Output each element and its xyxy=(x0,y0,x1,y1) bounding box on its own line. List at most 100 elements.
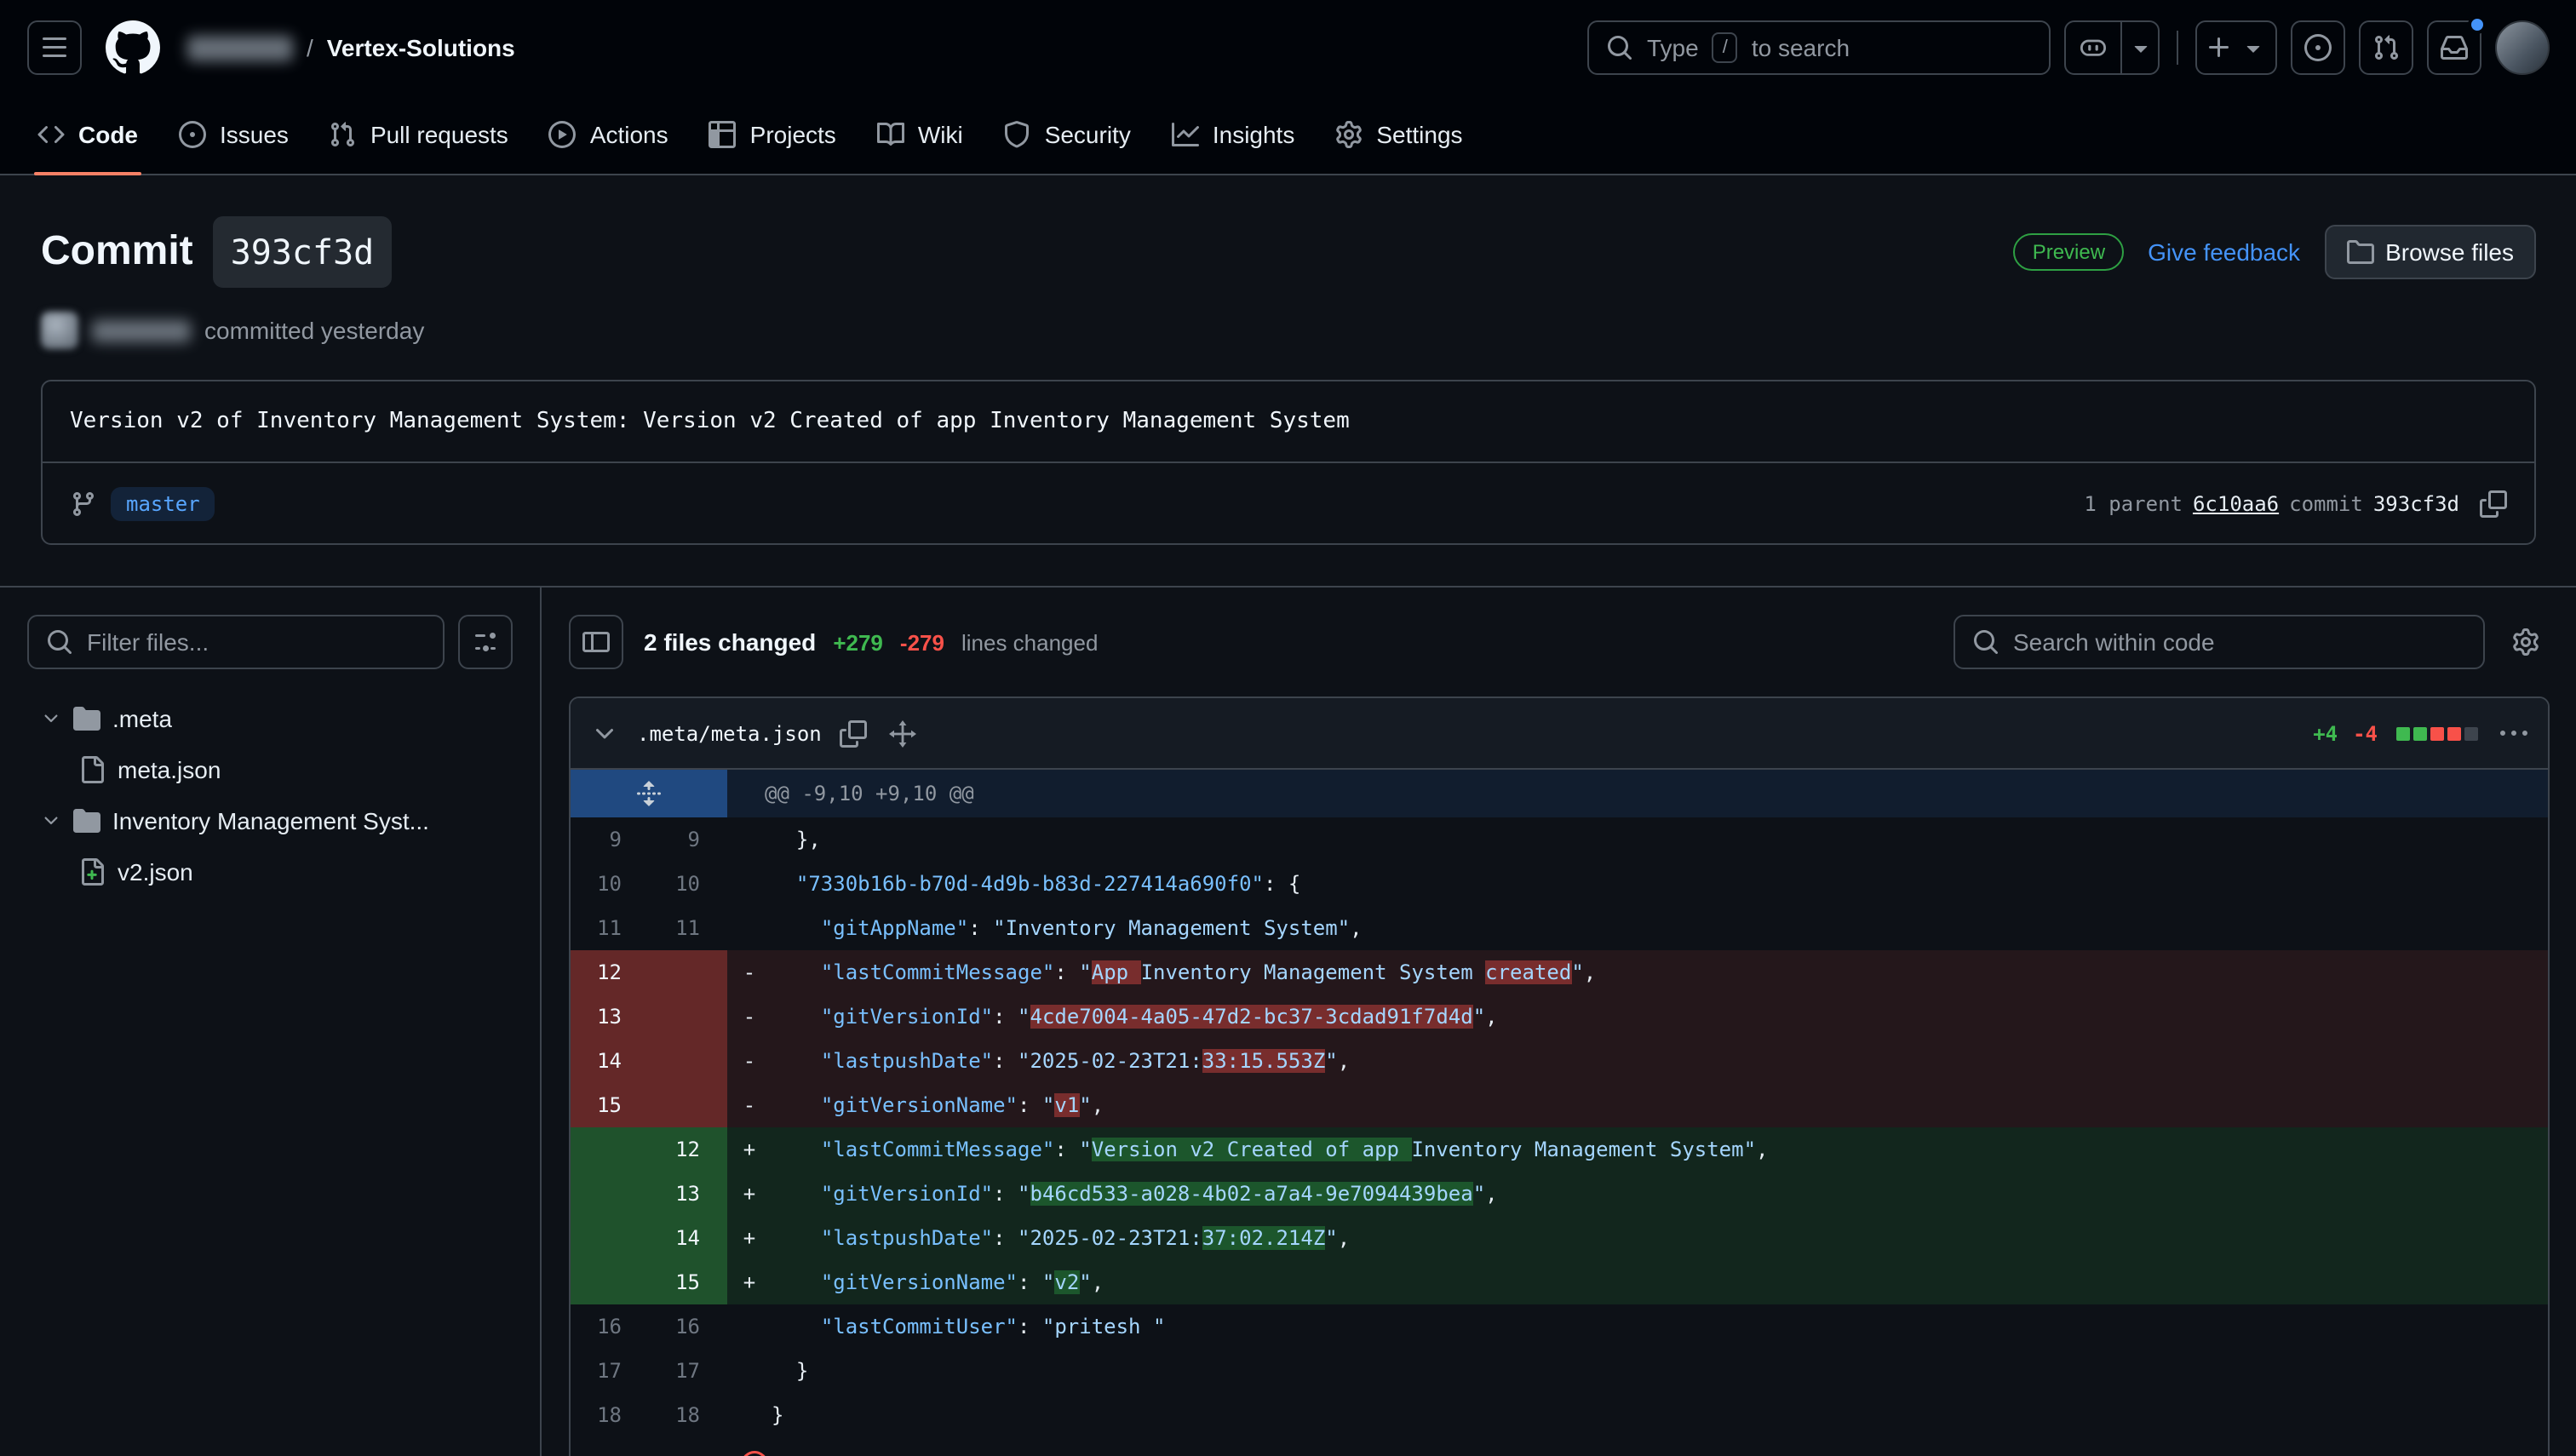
author-avatar[interactable] xyxy=(41,312,78,349)
diff-marker: + xyxy=(727,1127,772,1172)
diff-line-add[interactable]: 13+ "gitVersionId": "b46cd533-a028-4b02-… xyxy=(571,1172,2548,1216)
diff-pane: 2 files changed +279 -279 lines changed … xyxy=(542,588,2576,1456)
tab-label: Pull requests xyxy=(370,121,508,148)
commit-title-label: Commit xyxy=(41,218,193,286)
unfold-icon xyxy=(635,780,663,807)
tab-issues[interactable]: Issues xyxy=(162,95,306,174)
copy-icon xyxy=(2480,490,2507,517)
diff-filename: .meta/meta.json xyxy=(637,721,822,745)
new-line-number: 17 xyxy=(649,1349,727,1393)
browse-files-button[interactable]: Browse files xyxy=(2324,225,2536,279)
copy-path-button[interactable] xyxy=(837,716,871,750)
diff-line-ctx[interactable]: 1111 "gitAppName": "Inventory Management… xyxy=(571,906,2548,950)
pull-requests-button[interactable] xyxy=(2359,20,2413,75)
github-logo[interactable] xyxy=(106,20,160,75)
diffstat-block-del xyxy=(2430,726,2444,740)
file-directory-icon xyxy=(2346,238,2373,266)
branch-link[interactable]: master xyxy=(111,486,215,520)
parent-label: 1 parent xyxy=(2084,491,2183,515)
diff-line-ctx[interactable]: 99 }, xyxy=(571,817,2548,862)
tab-security[interactable]: Security xyxy=(987,95,1148,174)
diff-line-ctx[interactable]: 1010 "7330b16b-b70d-4d9b-b83d-227414a690… xyxy=(571,862,2548,906)
diff-settings-button[interactable] xyxy=(2502,618,2550,666)
file-options-button[interactable] xyxy=(2497,716,2531,750)
tree-file-row[interactable]: v2.json xyxy=(27,846,513,897)
tree-file-row[interactable]: meta.json xyxy=(27,744,513,795)
hamburger-button[interactable] xyxy=(27,20,82,75)
diff-line-del[interactable]: 14- "lastpushDate": "2025-02-23T21:33:15… xyxy=(571,1039,2548,1083)
file-added-icon xyxy=(78,858,106,886)
breadcrumb-repo[interactable]: Vertex-Solutions xyxy=(327,34,515,61)
code-line: "lastCommitMessage": "App Inventory Mana… xyxy=(772,950,1596,995)
code-line: }, xyxy=(772,817,821,862)
diff-line-add[interactable]: 12+ "lastCommitMessage": "Version v2 Cre… xyxy=(571,1127,2548,1172)
diff-line-add[interactable]: 15+ "gitVersionName": "v2", xyxy=(571,1260,2548,1304)
tab-projects[interactable]: Projects xyxy=(692,95,853,174)
global-search-input[interactable]: Type / to search xyxy=(1587,20,2051,75)
new-line-number: 9 xyxy=(649,817,727,862)
code-line: } xyxy=(772,1349,808,1393)
file-name: v2.json xyxy=(118,858,193,886)
diff-marker xyxy=(727,1349,772,1393)
tree-folder-row[interactable]: Inventory Management Syst... xyxy=(27,795,513,846)
preview-badge[interactable]: Preview xyxy=(2014,233,2124,271)
diffstat-block-del xyxy=(2447,726,2461,740)
avatar[interactable] xyxy=(2495,20,2550,75)
diff-line-ctx[interactable]: 1818} xyxy=(571,1393,2548,1437)
toggle-file-tree-button[interactable] xyxy=(569,615,623,669)
folder-icon xyxy=(73,705,100,732)
sidebar-toggle-icon xyxy=(582,628,610,656)
diff-file-header: .meta/meta.json +4 -4 xyxy=(571,698,2548,770)
tab-label: Security xyxy=(1045,121,1131,148)
issues-button[interactable] xyxy=(2291,20,2345,75)
search-within-code-placeholder: Search within code xyxy=(2013,628,2215,656)
diff-line-add[interactable]: 14+ "lastpushDate": "2025-02-23T21:37:02… xyxy=(571,1216,2548,1260)
search-icon xyxy=(1972,628,1999,656)
file-filter-button[interactable] xyxy=(458,615,513,669)
chevron-down-icon xyxy=(2120,22,2158,73)
old-line-number: 17 xyxy=(571,1349,649,1393)
old-line-number xyxy=(571,1216,649,1260)
create-new-button[interactable] xyxy=(2195,20,2277,75)
old-line-number xyxy=(571,1260,649,1304)
diff-line-del[interactable]: 13- "gitVersionId": "4cde7004-4a05-47d2-… xyxy=(571,995,2548,1039)
tab-settings[interactable]: Settings xyxy=(1318,95,1479,174)
search-within-code-input[interactable]: Search within code xyxy=(1954,615,2485,669)
search-icon xyxy=(1606,34,1633,61)
code-line: "7330b16b-b70d-4d9b-b83d-227414a690f0": … xyxy=(772,862,1300,906)
diff-line-ctx[interactable]: 1616 "lastCommitUser": "pritesh " xyxy=(571,1304,2548,1349)
move-button[interactable] xyxy=(886,716,921,750)
tab-code[interactable]: Code xyxy=(20,95,155,174)
diff-line-ctx[interactable]: 1717 } xyxy=(571,1349,2548,1393)
tab-wiki[interactable]: Wiki xyxy=(860,95,980,174)
filter-files-input[interactable]: Filter files... xyxy=(27,615,445,669)
username-redacted[interactable] xyxy=(187,35,293,60)
author-name-redacted[interactable] xyxy=(92,319,191,341)
triangle-down-icon xyxy=(2240,34,2267,61)
diff-line-del[interactable]: 15- "gitVersionName": "v1", xyxy=(571,1083,2548,1127)
code-line: "gitAppName": "Inventory Management Syst… xyxy=(772,906,1363,950)
tab-pull-requests[interactable]: Pull requests xyxy=(313,95,525,174)
commit-time: committed yesterday xyxy=(204,317,424,344)
give-feedback-link[interactable]: Give feedback xyxy=(2148,218,2300,286)
expand-hunk-button[interactable] xyxy=(571,770,727,817)
old-line-number: 13 xyxy=(571,995,649,1039)
collapse-file-button[interactable] xyxy=(588,716,622,750)
parent-sha-link[interactable]: 6c10aa6 xyxy=(2193,491,2279,515)
code-line: "lastCommitUser": "pritesh " xyxy=(772,1304,1165,1349)
top-chrome: / Vertex-Solutions Type / to search xyxy=(0,0,2576,175)
notifications-button[interactable] xyxy=(2427,20,2481,75)
copy-sha-button[interactable] xyxy=(2480,490,2507,517)
diff-marker: - xyxy=(727,950,772,995)
diffstat-block-add xyxy=(2413,726,2427,740)
repo-nav: CodeIssues Pull requests ActionsProjectsWi… xyxy=(0,95,2576,174)
tab-actions[interactable]: Actions xyxy=(532,95,686,174)
diff-line-del[interactable]: 12- "lastCommitMessage": "App Inventory … xyxy=(571,950,2548,995)
gear-icon xyxy=(2512,628,2539,656)
diff-marker xyxy=(727,862,772,906)
tree-folder-row[interactable]: .meta xyxy=(27,693,513,744)
tab-insights[interactable]: Insights xyxy=(1155,95,1312,174)
copilot-button[interactable] xyxy=(2064,20,2160,75)
tab-label: Settings xyxy=(1376,121,1462,148)
commit-header-section: Commit 393cf3d Preview Give feedback Bro… xyxy=(0,175,2576,588)
